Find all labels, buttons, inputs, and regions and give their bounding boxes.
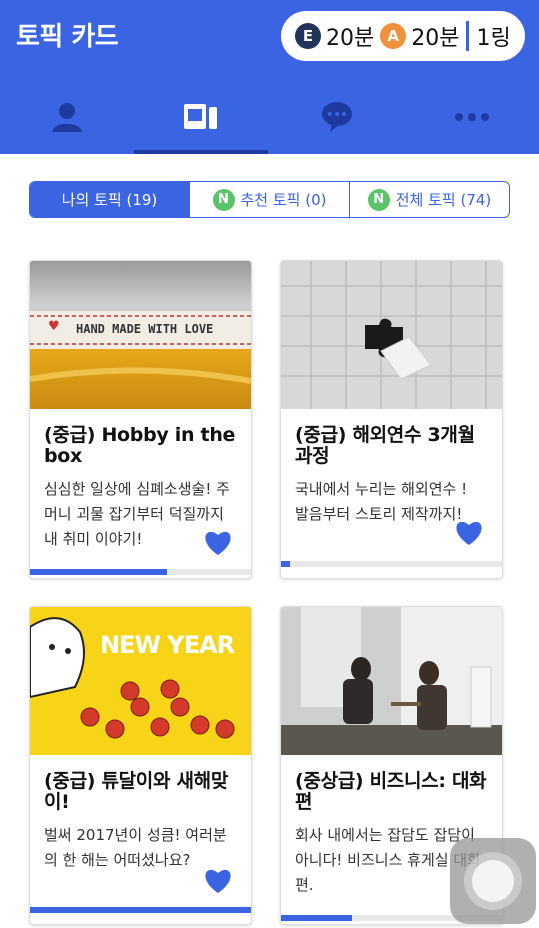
card-title: (중급) 해외연수 3개월 과정 xyxy=(295,424,475,467)
progress-fill xyxy=(281,561,290,567)
card-image: HAND MADE WITH LOVE ♥ xyxy=(30,261,251,409)
page-title: 토픽 카드 xyxy=(16,22,119,52)
assistive-touch-button[interactable] xyxy=(450,838,536,924)
filter-all-topics[interactable]: N 전체 토픽 (74) xyxy=(349,182,509,217)
card-title: (중상급) 비즈니스: 대화편 xyxy=(295,770,487,813)
progress-bar xyxy=(30,569,251,575)
card-image xyxy=(281,607,502,755)
topic-card[interactable]: (중급) 해외연수 3개월 과정 국내에서 누리는 해외연수 ! 발음부터 스토… xyxy=(280,260,503,579)
topic-card[interactable]: NEW YEAR (중급) 튜달이와 새해맞이! 벌써 2017년이 성큼! 여… xyxy=(29,606,252,925)
tab-bar xyxy=(0,80,539,154)
more-icon xyxy=(455,113,489,121)
filter-my-topics[interactable]: 나의 토픽 (19) xyxy=(30,182,189,217)
topic-filter: 나의 토픽 (19) N 추천 토픽 (0) N 전체 토픽 (74) xyxy=(29,181,510,218)
e-time: 20분 xyxy=(326,26,375,51)
new-badge: N xyxy=(212,188,235,211)
card-title: (중급) 튜달이와 새해맞이! xyxy=(44,770,229,813)
chat-icon xyxy=(322,102,352,132)
topic-card[interactable]: HAND MADE WITH LOVE ♥ (중급) Hobby in the … xyxy=(29,260,252,579)
heart-icon[interactable] xyxy=(203,867,233,894)
filter-label: 추천 토픽 (0) xyxy=(240,191,327,209)
tab-profile[interactable] xyxy=(0,80,134,154)
card-title: (중급) Hobby in the box xyxy=(44,424,236,467)
app-header: 토픽 카드 E 20분 A 20분 1링 xyxy=(0,0,539,154)
divider xyxy=(466,21,470,51)
person-icon xyxy=(52,103,82,132)
active-tab-indicator xyxy=(134,150,268,154)
heart-icon[interactable] xyxy=(454,519,484,546)
new-badge: N xyxy=(367,188,390,211)
filter-recommended-topics[interactable]: N 추천 토픽 (0) xyxy=(189,182,349,217)
progress-bar xyxy=(30,907,251,913)
a-time: 20분 xyxy=(411,26,460,51)
tab-cards[interactable] xyxy=(134,80,268,154)
filter-label: 전체 토픽 (74) xyxy=(395,191,492,209)
image-caption: NEW YEAR xyxy=(100,631,235,659)
progress-fill xyxy=(281,915,352,921)
image-caption: HAND MADE WITH LOVE xyxy=(76,322,214,336)
heart-icon[interactable] xyxy=(203,529,233,556)
a-badge: A xyxy=(380,23,407,49)
progress-bar xyxy=(281,561,502,567)
tab-more[interactable] xyxy=(405,80,539,154)
tab-chat[interactable] xyxy=(270,80,404,154)
rank-count: 1링 xyxy=(476,26,511,51)
cards-icon xyxy=(184,104,217,129)
heart-stitch-icon: ♥ xyxy=(48,319,60,334)
filter-label: 나의 토픽 (19) xyxy=(61,191,158,209)
card-image: NEW YEAR xyxy=(30,607,251,755)
progress-fill xyxy=(30,569,168,575)
card-description: 벌써 2017년이 성큼! 여러분의 한 해는 어떠셨나요? xyxy=(44,826,227,869)
progress-fill xyxy=(30,907,251,913)
card-image xyxy=(281,261,502,409)
status-pill[interactable]: E 20분 A 20분 1링 xyxy=(281,11,525,61)
e-badge: E xyxy=(295,23,321,49)
